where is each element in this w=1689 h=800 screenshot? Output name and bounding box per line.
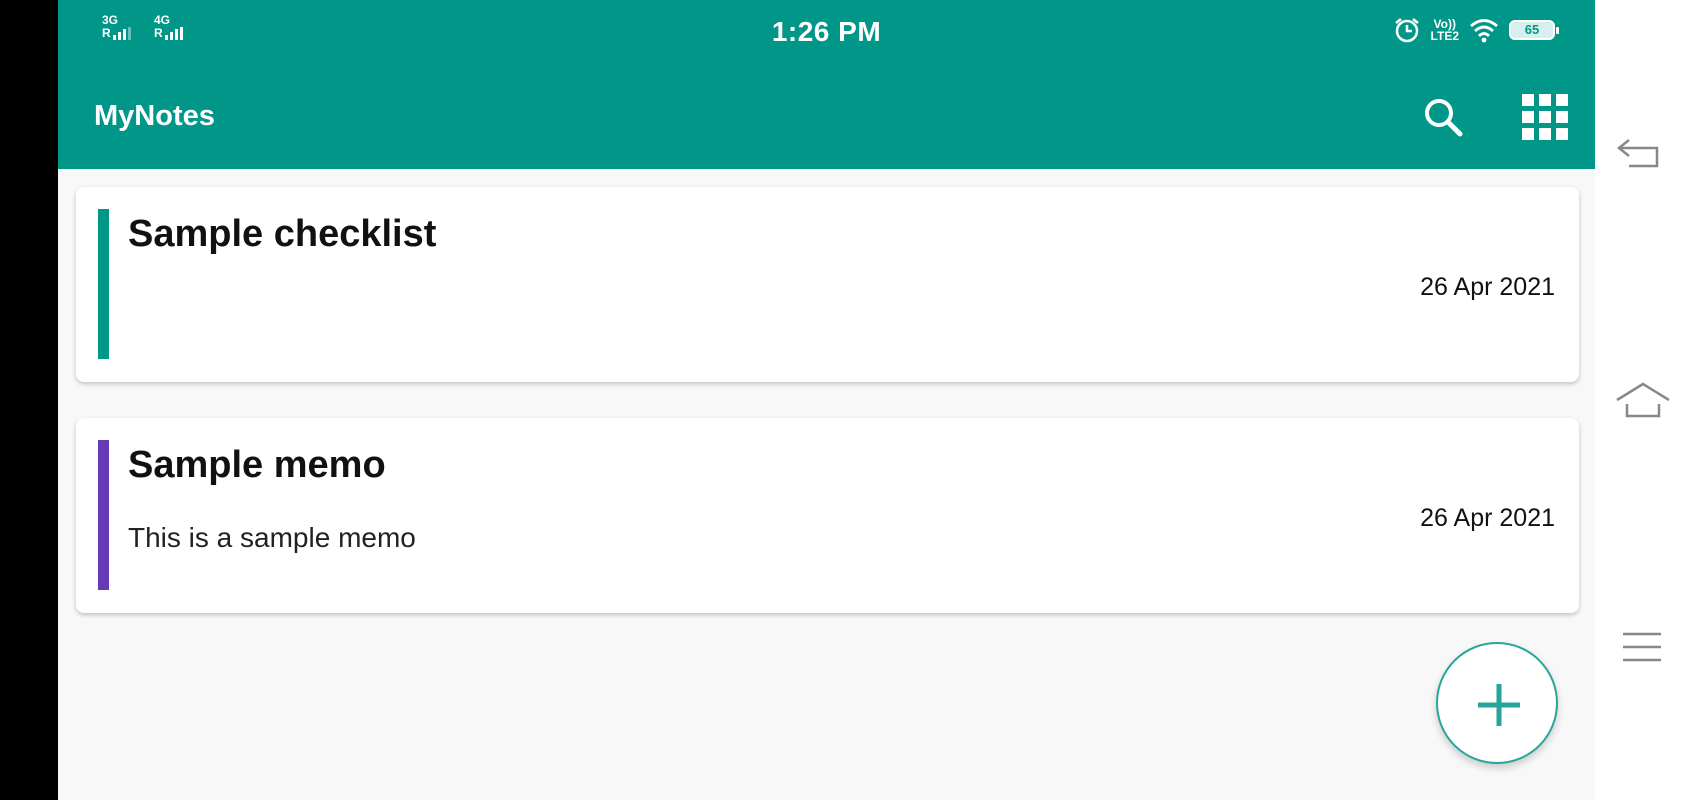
grid-view-icon	[1522, 94, 1568, 140]
note-date: 26 Apr 2021	[1420, 504, 1555, 532]
note-title: Sample memo	[128, 444, 386, 486]
note-accent-bar	[98, 440, 109, 590]
menu-icon	[1623, 632, 1661, 662]
system-nav-bar	[1595, 0, 1689, 800]
menu-button[interactable]	[1615, 630, 1667, 669]
alarm-icon	[1394, 18, 1419, 43]
battery-icon: 65	[1509, 20, 1559, 40]
app-title: MyNotes	[94, 100, 215, 132]
system-icons: Vo)) LTE2 65	[1393, 16, 1559, 44]
home-button[interactable]	[1615, 380, 1671, 425]
home-icon	[1616, 382, 1670, 418]
app-bar: MyNotes	[58, 66, 1595, 169]
note-card[interactable]: Sample memo This is a sample memo 26 Apr…	[76, 418, 1579, 613]
back-button[interactable]	[1615, 134, 1667, 179]
phone-screen: 3G R 4G R 1:26 PM Vo)) LTE2 65 MyNotes S…	[58, 0, 1595, 800]
note-title: Sample checklist	[128, 213, 437, 255]
grid-view-button[interactable]	[1520, 92, 1572, 144]
note-card[interactable]: Sample checklist 26 Apr 2021	[76, 187, 1579, 382]
lte-label: LTE2	[1430, 29, 1459, 43]
wifi-icon	[1470, 19, 1498, 43]
note-body: This is a sample memo	[128, 522, 416, 553]
search-button[interactable]	[1418, 92, 1470, 144]
notes-list: Sample checklist 26 Apr 2021 Sample memo…	[76, 187, 1579, 649]
plus-icon	[1478, 684, 1520, 726]
note-accent-bar	[98, 209, 109, 359]
add-note-button[interactable]	[1436, 642, 1558, 764]
search-icon	[1425, 99, 1463, 137]
status-time: 1:26 PM	[771, 16, 882, 47]
volte-indicator: Vo)) LTE2	[1431, 18, 1459, 42]
note-date: 26 Apr 2021	[1420, 273, 1555, 301]
status-bar: 3G R 4G R 1:26 PM Vo)) LTE2 65	[58, 0, 1595, 66]
back-icon	[1616, 139, 1659, 168]
